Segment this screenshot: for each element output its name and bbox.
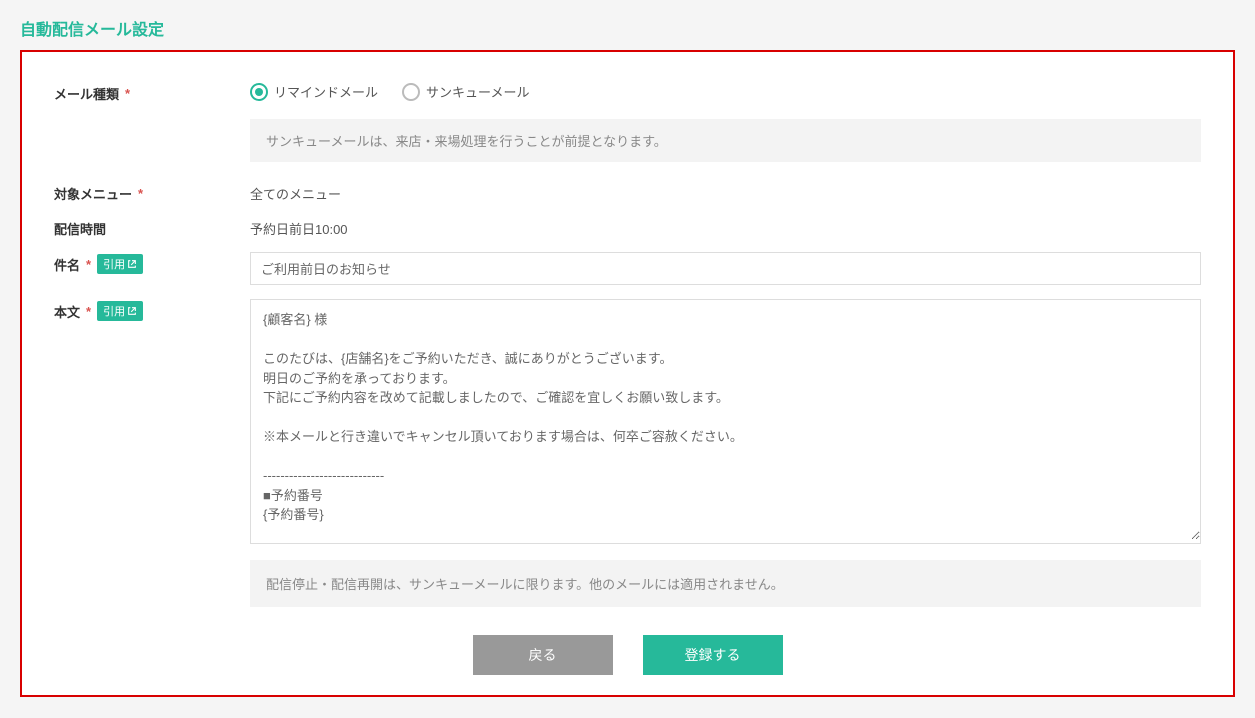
subject-input[interactable]: [250, 252, 1201, 285]
mail-type-radio-group: リマインドメール サンキューメール: [250, 82, 1201, 101]
required-mark: *: [138, 186, 143, 201]
label-target-menu-text: 対象メニュー: [54, 184, 132, 203]
submit-button[interactable]: 登録する: [643, 635, 783, 675]
radio-icon-selected: [250, 83, 268, 101]
delivery-time-value: 予約日前日10:00: [250, 217, 1201, 238]
radio-label-remind: リマインドメール: [274, 82, 378, 101]
required-mark: *: [86, 304, 91, 319]
radio-thankyou-mail[interactable]: サンキューメール: [402, 82, 529, 101]
label-mail-type: メール種類 *: [54, 82, 250, 103]
body-textarea[interactable]: [251, 300, 1200, 540]
external-link-icon: [127, 306, 137, 316]
quote-badge-text: 引用: [103, 303, 125, 319]
label-delivery-time: 配信時間: [54, 217, 250, 238]
label-delivery-time-text: 配信時間: [54, 219, 106, 238]
row-target-menu: 対象メニュー * 全てのメニュー: [54, 182, 1201, 203]
label-body-text: 本文: [54, 302, 80, 321]
target-menu-value: 全てのメニュー: [250, 182, 1201, 203]
quote-badge-text: 引用: [103, 256, 125, 272]
field-subject: [250, 252, 1201, 285]
required-mark: *: [125, 86, 130, 101]
row-body: 本文 * 引用 配信停止・配信再開は、サンキューメールに限ります。他のメールには…: [54, 299, 1201, 607]
row-subject: 件名 * 引用: [54, 252, 1201, 285]
settings-panel: メール種類 * リマインドメール サンキューメール サンキューメールは、来店・来…: [20, 50, 1235, 697]
body-textarea-wrap: [250, 299, 1201, 544]
mail-type-note: サンキューメールは、来店・来場処理を行うことが前提となります。: [250, 119, 1201, 162]
row-delivery-time: 配信時間 予約日前日10:00: [54, 217, 1201, 238]
external-link-icon: [127, 259, 137, 269]
field-body: 配信停止・配信再開は、サンキューメールに限ります。他のメールには適用されません。: [250, 299, 1201, 607]
body-note: 配信停止・配信再開は、サンキューメールに限ります。他のメールには適用されません。: [250, 560, 1201, 607]
radio-label-thankyou: サンキューメール: [426, 82, 529, 101]
label-subject-text: 件名: [54, 255, 80, 274]
label-body: 本文 * 引用: [54, 299, 250, 321]
back-button[interactable]: 戻る: [473, 635, 613, 675]
button-row: 戻る 登録する: [54, 635, 1201, 675]
radio-remind-mail[interactable]: リマインドメール: [250, 82, 378, 101]
quote-badge-subject[interactable]: 引用: [97, 254, 143, 274]
required-mark: *: [86, 257, 91, 272]
label-mail-type-text: メール種類: [54, 84, 119, 103]
quote-badge-body[interactable]: 引用: [97, 301, 143, 321]
row-mail-type: メール種類 * リマインドメール サンキューメール サンキューメールは、来店・来…: [54, 82, 1201, 162]
label-target-menu: 対象メニュー *: [54, 182, 250, 203]
radio-icon-unselected: [402, 83, 420, 101]
page-title: 自動配信メール設定: [20, 16, 1235, 40]
label-subject: 件名 * 引用: [54, 252, 250, 274]
field-mail-type: リマインドメール サンキューメール サンキューメールは、来店・来場処理を行うこと…: [250, 82, 1201, 162]
